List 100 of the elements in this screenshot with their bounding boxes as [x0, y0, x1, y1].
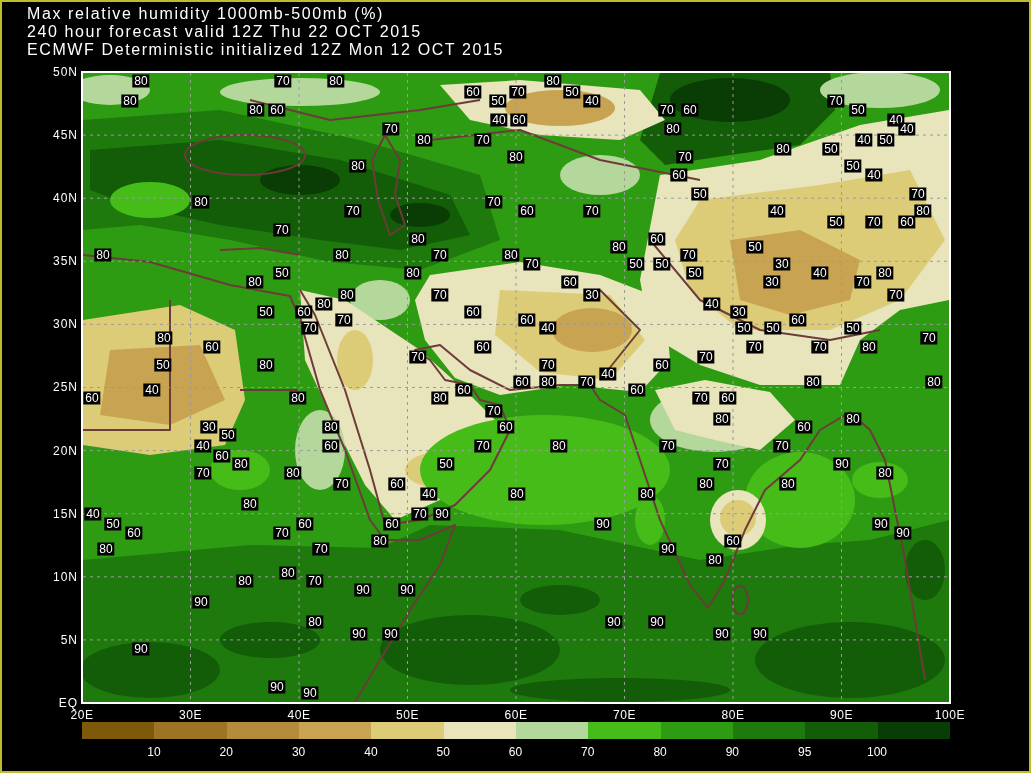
contour-label: 60	[383, 517, 401, 531]
contour-label: 40	[855, 133, 873, 147]
contour-label: 90	[594, 517, 612, 531]
contour-label: 70	[811, 340, 829, 354]
contour-label: 60	[789, 313, 807, 327]
contour-label: 60	[455, 383, 473, 397]
contour-label: 80	[507, 150, 525, 164]
contour-label: 30	[763, 275, 781, 289]
contour-label: 60	[719, 391, 737, 405]
contour-label: 80	[247, 103, 265, 117]
contour-label: 50	[627, 257, 645, 271]
contour-label: 70	[274, 74, 292, 88]
legend-label: 95	[797, 746, 813, 758]
longitude-label: 30E	[177, 709, 204, 721]
contour-label: 90	[872, 517, 890, 531]
contour-label: 90	[398, 583, 416, 597]
latitude-label: 45N	[53, 129, 78, 142]
contour-label: 60	[518, 204, 536, 218]
legend-label: 20	[218, 746, 234, 758]
contour-label: 70	[909, 187, 927, 201]
contour-label: 80	[844, 412, 862, 426]
contour-label: 80	[914, 204, 932, 218]
contour-label: 80	[415, 133, 433, 147]
forecast-valid-time: 240 hour forecast valid 12Z Thu 22 OCT 2015	[27, 23, 422, 41]
contour-label: 40	[194, 439, 212, 453]
contour-label: 50	[489, 94, 507, 108]
contour-label: 80	[349, 159, 367, 173]
model-run-info: ECMWF Deterministic initialized 12Z Mon 12 OCT 2015	[27, 41, 504, 59]
contour-label: 80	[431, 391, 449, 405]
contour-label: 70	[827, 94, 845, 108]
longitude-label: 60E	[503, 709, 529, 721]
contour-label: 50	[877, 133, 895, 147]
contour-label: 80	[697, 477, 715, 491]
contour-label: 60	[670, 168, 688, 182]
contour-label: 40	[865, 168, 883, 182]
contour-label: 60	[464, 85, 482, 99]
contour-label: 80	[315, 297, 333, 311]
contour-label: 40	[490, 113, 508, 127]
contour-label: 70	[411, 507, 429, 521]
contour-label: 70	[431, 248, 449, 262]
contour-label: 30	[730, 305, 748, 319]
contour-label: 80	[876, 266, 894, 280]
contour-label: 70	[509, 85, 527, 99]
contour-label: 50	[691, 187, 709, 201]
legend-label: 10	[146, 746, 162, 758]
contour-label: 90	[132, 642, 150, 656]
contour-label: 50	[686, 266, 704, 280]
contour-label: 80	[155, 331, 173, 345]
contour-label: 50	[653, 257, 671, 271]
contour-label: 80	[539, 375, 557, 389]
contour-label: 70	[692, 391, 710, 405]
contour-label: 70	[658, 103, 676, 117]
contour-label: 80	[232, 457, 250, 471]
latitude-label: 5N	[60, 633, 78, 646]
contour-label: 40	[84, 507, 102, 521]
contour-label: 50	[849, 103, 867, 117]
contour-label: 70	[306, 574, 324, 588]
contour-label: 80	[544, 74, 562, 88]
contour-label: 60	[125, 526, 143, 540]
contour-label: 80	[706, 553, 724, 567]
contour-label: 50	[764, 321, 782, 335]
contour-label: 80	[327, 74, 345, 88]
contour-label: 80	[774, 142, 792, 156]
contour-label: 60	[296, 517, 314, 531]
contour-label: 80	[638, 487, 656, 501]
legend-label: 90	[724, 746, 741, 758]
contour-label: 60	[518, 313, 536, 327]
latitude-label: 20N	[53, 444, 78, 457]
contour-label: 60	[83, 391, 101, 405]
contour-label: 70	[485, 195, 503, 209]
contour-label: 70	[865, 215, 883, 229]
contour-label: 70	[344, 204, 362, 218]
contour-label: 50	[822, 142, 840, 156]
contour-label: 40	[768, 204, 786, 218]
contour-label: 70	[474, 439, 492, 453]
contour-label: 30	[773, 257, 791, 271]
latitude-label: 30N	[53, 318, 78, 331]
contour-label: 40	[143, 383, 161, 397]
contour-label: 70	[583, 204, 601, 218]
contour-label: 70	[301, 321, 319, 335]
contour-label: 70	[578, 375, 596, 389]
contour-label: 70	[680, 248, 698, 262]
contour-label: 60	[653, 358, 671, 372]
contour-label: 80	[121, 94, 139, 108]
contour-label: 80	[371, 534, 389, 548]
contour-label: 50	[844, 159, 862, 173]
contour-label: 80	[289, 391, 307, 405]
contour-label: 30	[200, 420, 218, 434]
latitude-label: 25N	[53, 381, 78, 394]
latitude-label: 40N	[53, 192, 78, 205]
contour-label: 50	[844, 321, 862, 335]
contour-label: 80	[284, 466, 302, 480]
latitude-label: 35N	[53, 255, 78, 268]
contour-label: 50	[257, 305, 275, 319]
contour-label: 70	[854, 275, 872, 289]
contour-label: 90	[833, 457, 851, 471]
contour-label: 80	[94, 248, 112, 262]
longitude-label: 50E	[394, 709, 421, 721]
contour-label: 90	[894, 526, 912, 540]
legend-label: 70	[580, 746, 596, 758]
